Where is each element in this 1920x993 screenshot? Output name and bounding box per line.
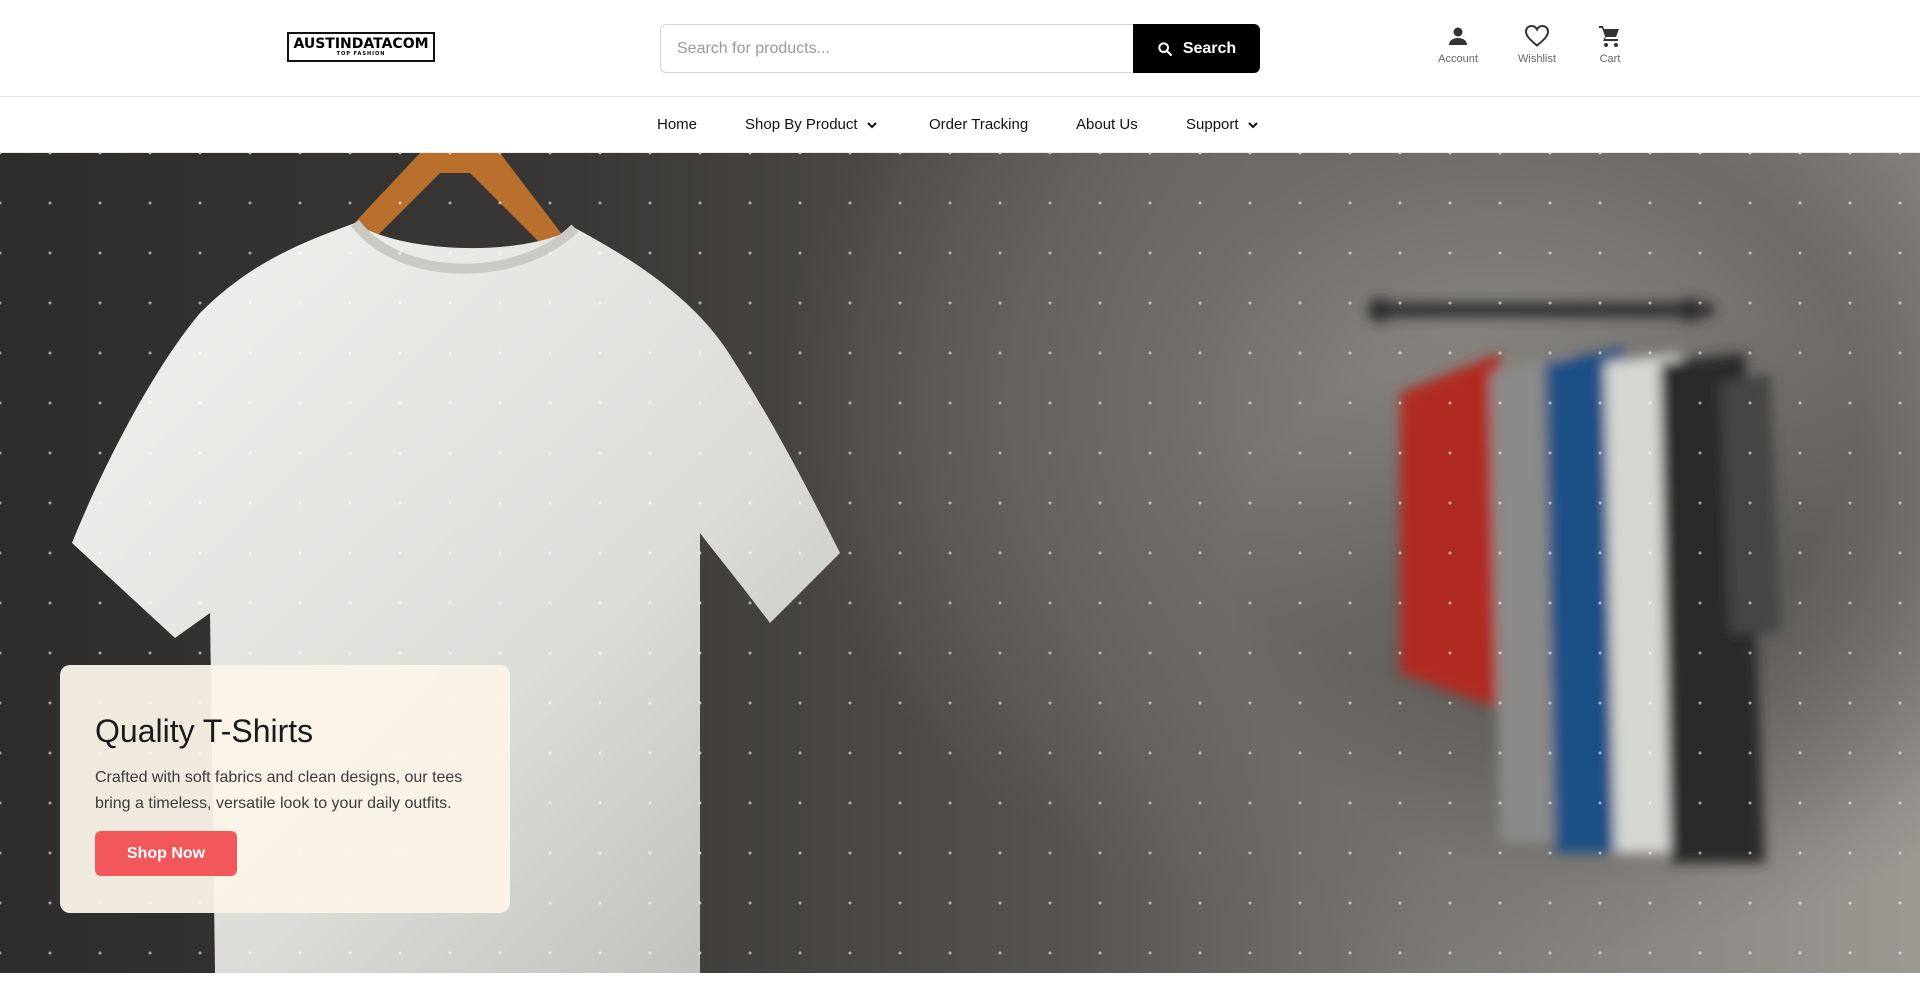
- nav-item-label: Home: [657, 116, 698, 133]
- search-icon: [1158, 41, 1172, 56]
- wishlist-label: Wishlist: [1518, 53, 1556, 65]
- search-button[interactable]: Search: [1133, 24, 1260, 73]
- nav-item-label: About Us: [1076, 116, 1138, 133]
- nav-item-label: Order Tracking: [929, 116, 1029, 133]
- nav-item-home[interactable]: Home: [657, 116, 697, 133]
- nav-item-support[interactable]: Support: [1186, 116, 1259, 133]
- logo-tagline: TOP FASHION: [336, 51, 386, 57]
- cart-icon: [1599, 26, 1619, 47]
- promo-card: Quality T-Shirts Crafted with soft fabri…: [60, 665, 510, 913]
- cart-link[interactable]: Cart: [1575, 24, 1645, 65]
- page-bottom: [0, 973, 1920, 993]
- cart-label: Cart: [1599, 53, 1621, 65]
- account-label: Account: [1438, 53, 1478, 65]
- wishlist-link[interactable]: Wishlist: [1502, 24, 1572, 65]
- promo-title: Quality T-Shirts: [95, 713, 314, 749]
- site-header: AUSTINDATACOM TOP FASHION Search Account…: [0, 0, 1920, 97]
- nav-item-label: Shop By Product: [745, 116, 858, 133]
- search-bar: Search: [660, 24, 1260, 73]
- chevron-down-icon: [1247, 121, 1258, 128]
- nav-item-label: Support: [1186, 116, 1239, 133]
- shop-now-button[interactable]: Shop Now: [95, 831, 237, 876]
- nav-item-order-tracking[interactable]: Order Tracking: [929, 116, 1028, 133]
- nav-item-about-us[interactable]: About Us: [1076, 116, 1138, 133]
- hero-banner: Quality T-Shirts Crafted with soft fabri…: [0, 153, 1920, 973]
- promo-description: Crafted with soft fabrics and clean desi…: [95, 769, 463, 812]
- account-link[interactable]: Account: [1423, 24, 1493, 65]
- main-nav: Home Shop By Product Order Tracking Abou…: [0, 98, 1920, 153]
- chevron-down-icon: [866, 121, 877, 128]
- logo-wordmark: AUSTINDATACOM: [293, 36, 429, 52]
- heart-icon: [1524, 24, 1550, 47]
- search-button-label: Search: [1182, 39, 1237, 57]
- brand-logo[interactable]: AUSTINDATACOM TOP FASHION: [287, 32, 435, 62]
- search-input[interactable]: [660, 24, 1133, 73]
- nav-item-shop-by-product[interactable]: Shop By Product: [745, 116, 878, 133]
- account-icon: [1449, 27, 1467, 45]
